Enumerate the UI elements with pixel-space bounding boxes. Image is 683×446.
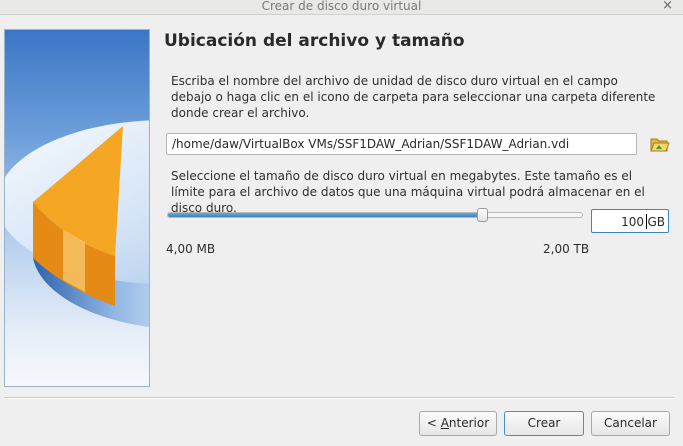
file-path-input[interactable]: /home/daw/VirtualBox VMs/SSF1DAW_Adrian/… <box>166 133 637 155</box>
size-slider-handle[interactable] <box>476 208 488 222</box>
back-button-prefix: < <box>426 416 441 430</box>
close-icon[interactable]: × <box>662 0 673 13</box>
size-value: 100 <box>621 215 644 229</box>
create-button[interactable]: Crear <box>504 411 584 436</box>
window-titlebar: Crear de disco duro virtual × <box>0 0 683 15</box>
size-slider[interactable] <box>167 208 583 222</box>
slider-min-label: 4,00 MB <box>166 242 216 256</box>
size-unit: GB <box>647 215 665 229</box>
back-button-label: nterior <box>448 416 490 430</box>
cancel-button[interactable]: Cancelar <box>591 411 670 436</box>
window-title: Crear de disco duro virtual <box>261 0 422 13</box>
size-input[interactable]: 100 GB <box>591 209 669 233</box>
size-description: Seleccione el tamaño de disco duro virtu… <box>171 169 645 215</box>
size-slider-fill <box>168 213 483 217</box>
slider-max-label: 2,00 TB <box>543 242 590 256</box>
folder-open-icon[interactable] <box>648 133 670 155</box>
footer-separator <box>4 397 674 399</box>
wizard-side-image <box>4 29 150 387</box>
back-button[interactable]: < Anterior <box>419 411 497 436</box>
location-description: Escriba el nombre del archivo de unidad … <box>171 74 656 120</box>
back-button-mnemonic: A <box>440 416 449 430</box>
page-heading: Ubicación del archivo y tamaño <box>164 31 465 51</box>
